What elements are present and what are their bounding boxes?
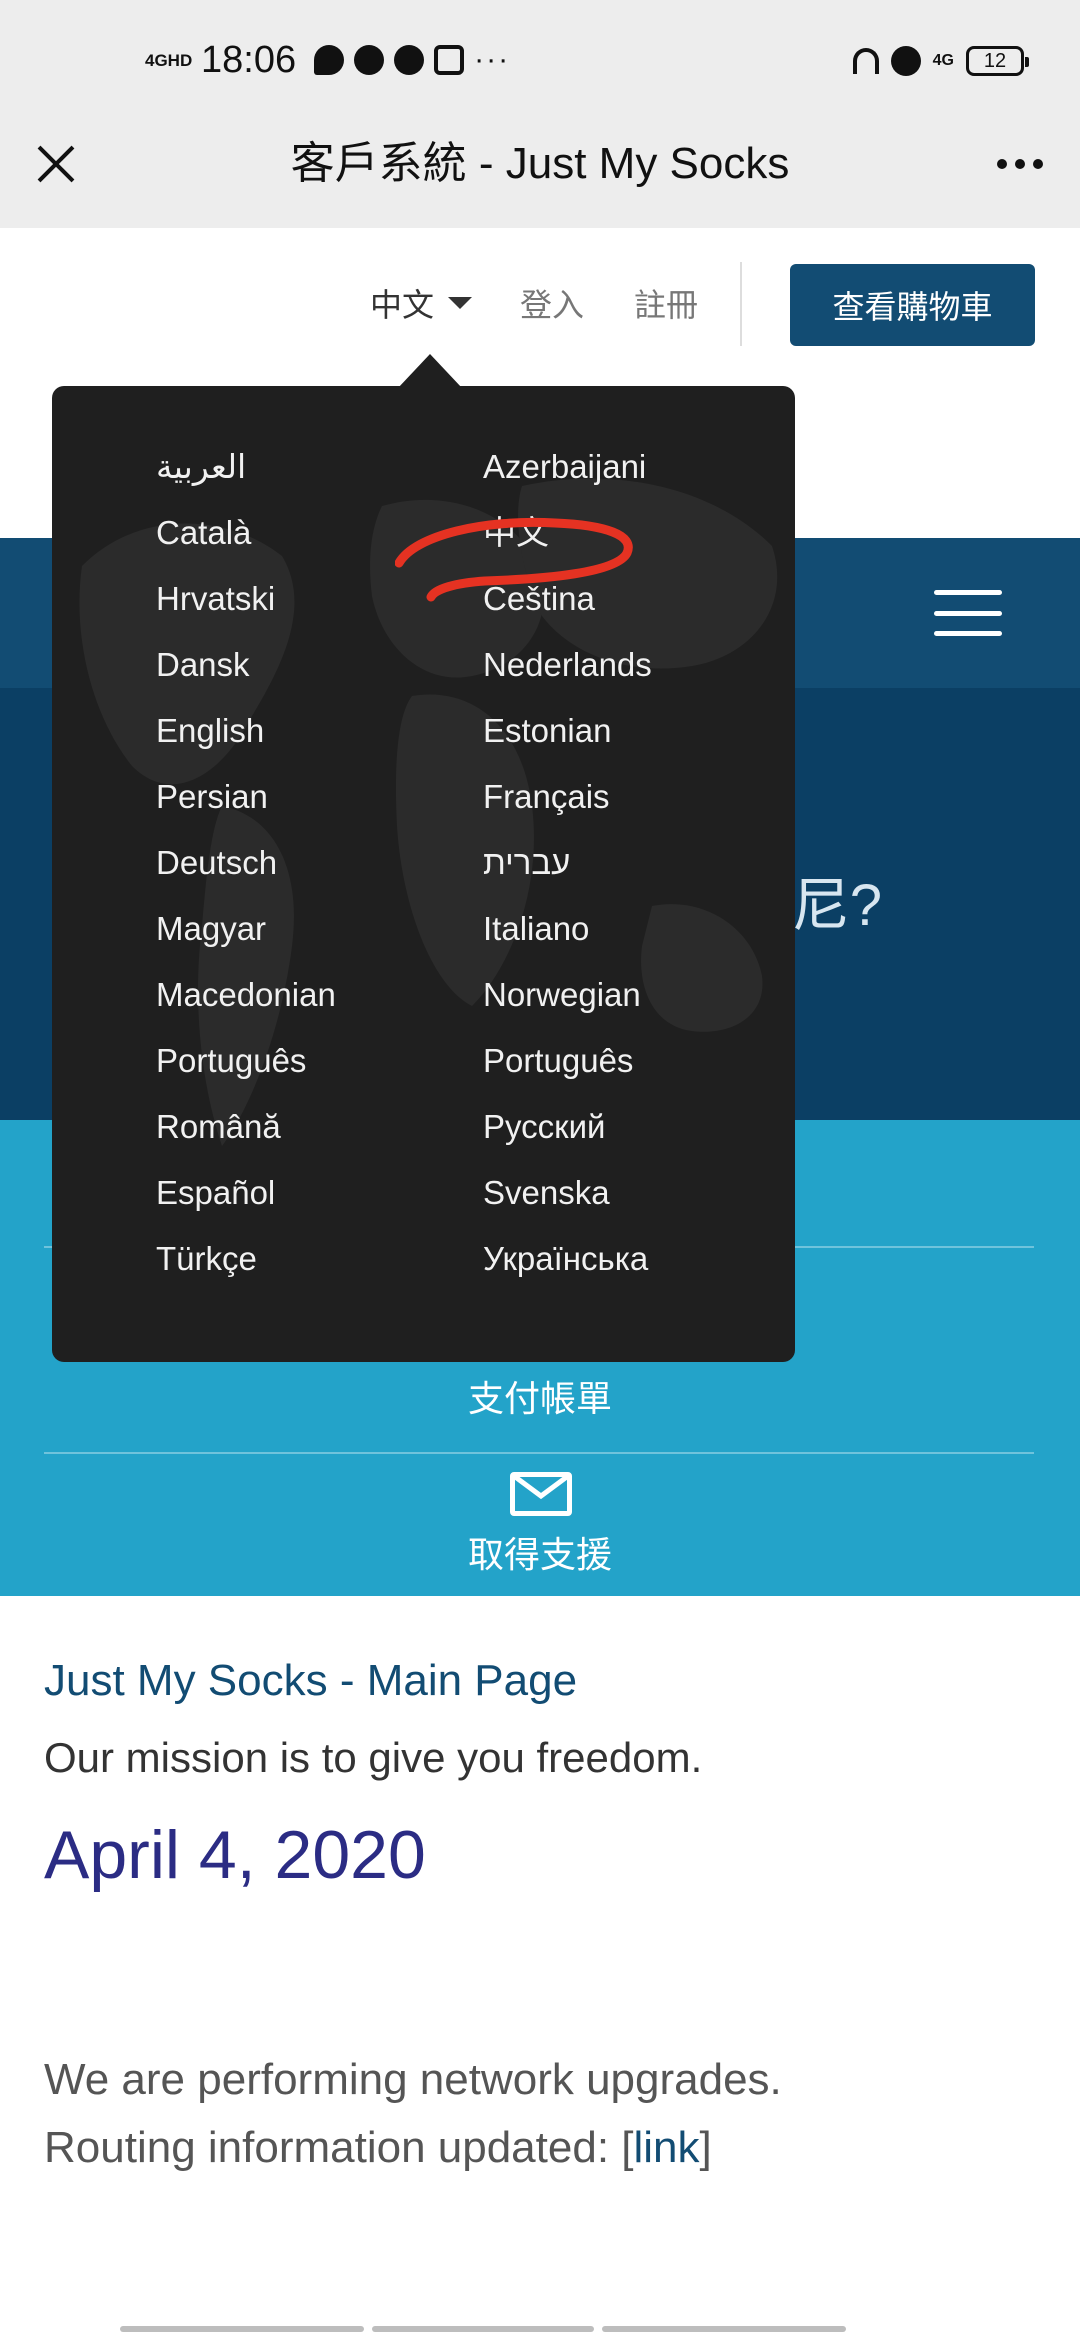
language-option[interactable]: English (156, 698, 336, 764)
language-option[interactable]: עברית (483, 830, 652, 896)
bottom-scroll-indicators (120, 2326, 960, 2332)
language-option[interactable]: Türkçe (156, 1226, 336, 1292)
language-column-1: العربية Català Hrvatski Dansk English Persian… (156, 434, 336, 1292)
pay-bill-link[interactable]: 支付帳單 (0, 1370, 1080, 1422)
language-option[interactable]: Català (156, 500, 336, 566)
language-option[interactable]: Nederlands (483, 632, 652, 698)
language-option[interactable]: Svenska (483, 1160, 652, 1226)
language-option[interactable]: Português (156, 1028, 336, 1094)
sim-notification-icon (434, 45, 465, 75)
app-notification-icon (354, 45, 385, 75)
dot-icon (1033, 159, 1043, 169)
page-title: 客戶系統 - Just My Socks (290, 139, 790, 188)
signal-indicator: 4GHD (145, 50, 193, 70)
notice-line-2: Routing information updated: [link] (44, 2123, 712, 2172)
routing-info-link[interactable]: link (634, 2123, 700, 2172)
language-selector-label: 中文 (370, 287, 435, 323)
language-option[interactable]: Estonian (483, 698, 652, 764)
dot-icon (997, 159, 1007, 169)
language-option[interactable]: Hrvatski (156, 566, 336, 632)
hero-heading: 尼? (791, 873, 882, 938)
announcement-date: April 4, 2020 (44, 1817, 426, 1893)
language-option[interactable]: Português (483, 1028, 652, 1094)
language-option[interactable]: Magyar (156, 896, 336, 962)
battery-icon: 12 (966, 46, 1029, 76)
language-option[interactable]: Norwegian (483, 962, 652, 1028)
network-type-indicator: 4G (932, 52, 954, 69)
envelope-icon (510, 1472, 572, 1516)
language-option[interactable]: العربية (156, 434, 336, 500)
language-option[interactable]: Azerbaijani (483, 434, 652, 500)
status-bar: 4GHD 18:06 ··· 4G 12 (0, 0, 1080, 120)
more-notifications-icon: ··· (474, 43, 511, 76)
nav-divider (740, 262, 742, 346)
dropdown-pointer (398, 354, 462, 388)
language-option[interactable]: Italiano (483, 896, 652, 962)
language-option[interactable]: Deutsch (156, 830, 336, 896)
chat-notification-icon (314, 45, 345, 75)
browser-title-bar: 客戶系統 - Just My Socks (0, 120, 1080, 228)
notice-line-1: We are performing network upgrades. (44, 2055, 782, 2104)
language-option[interactable]: Dansk (156, 632, 336, 698)
more-options-button[interactable] (988, 140, 1052, 188)
announcement-body: We are performing network upgrades. Rout… (44, 2046, 1044, 2182)
mission-text: Our mission is to give you freedom. (44, 1734, 703, 1781)
language-option[interactable]: Română (156, 1094, 336, 1160)
language-option[interactable]: Macedonian (156, 962, 336, 1028)
hamburger-menu-icon[interactable] (934, 590, 1002, 636)
login-link[interactable]: 登入 (520, 280, 584, 326)
headphones-icon (852, 48, 879, 74)
dot-icon (1015, 159, 1025, 169)
clock: 18:06 (201, 38, 297, 81)
view-cart-button[interactable]: 查看購物車 (790, 264, 1035, 346)
caret-down-icon (448, 297, 473, 309)
language-option[interactable]: Persian (156, 764, 336, 830)
language-option[interactable]: Español (156, 1160, 336, 1226)
language-option[interactable]: Français (483, 764, 652, 830)
close-button[interactable] (28, 136, 84, 192)
compass-notification-icon (394, 45, 425, 75)
divider (44, 1452, 1034, 1454)
red-annotation-scribble (395, 517, 633, 602)
get-support-link[interactable]: 取得支援 (0, 1526, 1080, 1578)
language-option[interactable]: Русский (483, 1094, 652, 1160)
register-link[interactable]: 註冊 (634, 280, 698, 326)
alarm-icon (890, 46, 921, 76)
language-option[interactable]: Українська (483, 1226, 652, 1292)
language-selector[interactable]: 中文 (370, 280, 473, 326)
main-page-link[interactable]: Just My Socks - Main Page (44, 1656, 577, 1706)
